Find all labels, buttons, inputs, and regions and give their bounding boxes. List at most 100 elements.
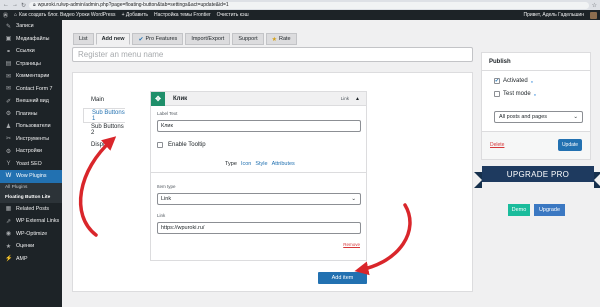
subtab-style[interactable]: Style (255, 161, 267, 167)
sidebar-item-external[interactable]: ⇗ WP External Links (0, 215, 62, 228)
tab-add-new[interactable]: Add new (95, 33, 131, 45)
checkbox-checked[interactable]: ✔ (494, 78, 500, 84)
sidebar-item-plugins[interactable]: ⚙ Плагины (0, 108, 62, 121)
sidebar-item-related[interactable]: ▦ Related Posts (0, 203, 62, 216)
tab-pro-features[interactable]: ✔ Pro Features (132, 33, 184, 45)
enable-tooltip-checkbox[interactable]: Enable Tooltip (157, 142, 206, 148)
help-icon[interactable]: ● (534, 92, 536, 97)
admin-bar-cache[interactable]: Очистить кэш (217, 12, 249, 18)
plugins-icon: ⚙ (5, 111, 12, 118)
update-button[interactable]: Update (558, 139, 582, 151)
demo-button[interactable]: Demo (508, 204, 530, 216)
sidebar-item-label: Оценки (16, 243, 35, 250)
forward-icon[interactable]: → (12, 2, 18, 8)
sidebar-item-yoast[interactable]: Y Yoast SEO (0, 158, 62, 171)
admin-bar-theme[interactable]: Настройка темы Frontier (154, 12, 211, 18)
ribbon-tail-left (474, 172, 482, 188)
amp-icon: ⚡ (5, 256, 13, 263)
tab-support[interactable]: Support (232, 33, 264, 45)
pin-icon: ✎ (5, 23, 12, 30)
avatar[interactable] (590, 11, 597, 19)
nav-sub-buttons-1[interactable]: Sub Buttons 1 (83, 108, 125, 123)
rating-icon: ★ (5, 243, 12, 250)
activated-label: Activated (503, 78, 528, 84)
nav-main[interactable]: Main (83, 93, 125, 108)
sidebar-item-mail[interactable]: ✉ Contact Form 7 (0, 83, 62, 96)
admin-bar-site[interactable]: ⌂ Как создать блог. Видео Уроки WordPres… (14, 12, 116, 18)
divider (151, 172, 366, 173)
sidebar-item-label: WP External Links (16, 218, 60, 225)
display-select[interactable]: All posts and pages ⌄ (494, 111, 583, 123)
sidebar-item-optimize[interactable]: ◉ WP-Optimize (0, 228, 62, 241)
subtab-attributes[interactable]: Attributes (272, 161, 295, 167)
menu-name-field[interactable] (72, 47, 473, 62)
brush-icon: ✐ (5, 98, 12, 105)
pages-icon: ▤ (5, 61, 12, 68)
sidebar-item-media[interactable]: ▣ Медиафайлы (0, 33, 62, 46)
publish-footer: Delete Update (482, 131, 590, 159)
sidebar-item-users[interactable]: ♟ Пользователи (0, 120, 62, 133)
tab-label: Rate (278, 36, 291, 42)
drag-handle-icon[interactable]: ✥ (151, 91, 165, 106)
upgrade-button[interactable]: Upgrade (534, 204, 565, 216)
settings-icon: ⚙ (5, 148, 12, 155)
sidebar-item-label: Страницы (16, 60, 41, 67)
tab-import-export[interactable]: Import/Export (185, 33, 231, 45)
menu-name-input[interactable] (78, 50, 472, 59)
admin-bar-add-new[interactable]: + Добавить (122, 12, 148, 18)
publish-box: Publish ✔ Activated ● Test mode ● All po… (481, 52, 591, 160)
admin-bar-greeting[interactable]: Привет, Адель Гадельшин (523, 12, 584, 18)
sidebar-item-label: Wow Plugins (16, 173, 47, 180)
checkbox-box[interactable] (157, 142, 163, 148)
reload-icon[interactable]: ↻ (21, 2, 26, 9)
sidebar-item-label: Инструменты (16, 135, 50, 142)
item-type-select[interactable]: Link ⌄ (157, 193, 361, 205)
sub-button-item: ✥ Клик Link ▲ Label Text Клик Enable Too… (150, 91, 367, 261)
back-icon[interactable]: ← (3, 2, 9, 8)
publish-title: Publish (482, 53, 590, 71)
sidebar-item-wow[interactable]: W Wow Plugins (0, 170, 62, 183)
sidebar-item-amp[interactable]: ⚡ AMP (0, 253, 62, 266)
checkbox-box[interactable] (494, 91, 500, 97)
label-text-label: Label Text (157, 111, 178, 116)
sidebar-item-pin[interactable]: ✎ Записи (0, 20, 62, 33)
sidebar-item-tools[interactable]: ✂ Инструменты (0, 133, 62, 146)
address-bar[interactable]: 🔒︎ wpuroki.ru/wp-admin/admin.php?page=fl… (29, 1, 589, 9)
activated-checkbox[interactable]: ✔ Activated ● (494, 78, 533, 84)
nav-sub-buttons-2[interactable]: Sub Buttons 2 (83, 123, 125, 138)
sidebar-item-pages[interactable]: ▤ Страницы (0, 58, 62, 71)
item-header[interactable]: ✥ Клик Link ▲ (151, 91, 366, 106)
sidebar-sub-floating-button[interactable]: Floating Button Lite (0, 193, 62, 203)
comments-icon: ✉ (5, 73, 12, 80)
optimize-icon: ◉ (5, 231, 12, 238)
nav-display[interactable]: Display (83, 138, 125, 153)
label-text-input[interactable]: Клик (157, 120, 361, 132)
tab-list[interactable]: List (73, 33, 94, 45)
delete-link[interactable]: Delete (490, 142, 504, 148)
link-input[interactable]: https://wpuroki.ru/ (157, 222, 361, 234)
sidebar-item-rating[interactable]: ★ Оценки (0, 240, 62, 253)
bookmark-star-icon[interactable]: ☆ (592, 2, 597, 9)
left-nav: Main Sub Buttons 1 Sub Buttons 2 Display (83, 93, 125, 153)
item-type-value: Link (161, 196, 172, 202)
caret-up-icon[interactable]: ▲ (355, 96, 360, 102)
add-item-button[interactable]: Add item (318, 272, 367, 284)
tab-rate[interactable]: ★ Rate (265, 33, 297, 45)
subtab-icon[interactable]: Icon (241, 161, 251, 167)
sidebar-sub-all-plugins[interactable]: All Plugins (0, 183, 62, 193)
tab-label: Import/Export (191, 36, 225, 42)
sidebar-item-label: Contact Form 7 (16, 85, 53, 92)
sidebar-item-brush[interactable]: ✐ Внешний вид (0, 95, 62, 108)
test-mode-checkbox[interactable]: Test mode ● (494, 91, 536, 97)
sidebar-item-comments[interactable]: ✉ Комментарии (0, 70, 62, 83)
subtab-type[interactable]: Type (225, 161, 237, 167)
sidebar-item-link[interactable]: ⚭ Ссылки (0, 45, 62, 58)
help-icon[interactable]: ● (531, 79, 533, 84)
related-icon: ▦ (5, 206, 12, 213)
sidebar-item-settings[interactable]: ⚙ Настройки (0, 145, 62, 158)
tab-label: Add new (101, 36, 125, 42)
upgrade-ribbon: UPGRADE PRO (474, 166, 600, 196)
remove-link[interactable]: Remove (343, 242, 360, 247)
item-title: Клик (173, 95, 188, 102)
wp-logo-icon[interactable]: Ⓦ (3, 12, 8, 19)
